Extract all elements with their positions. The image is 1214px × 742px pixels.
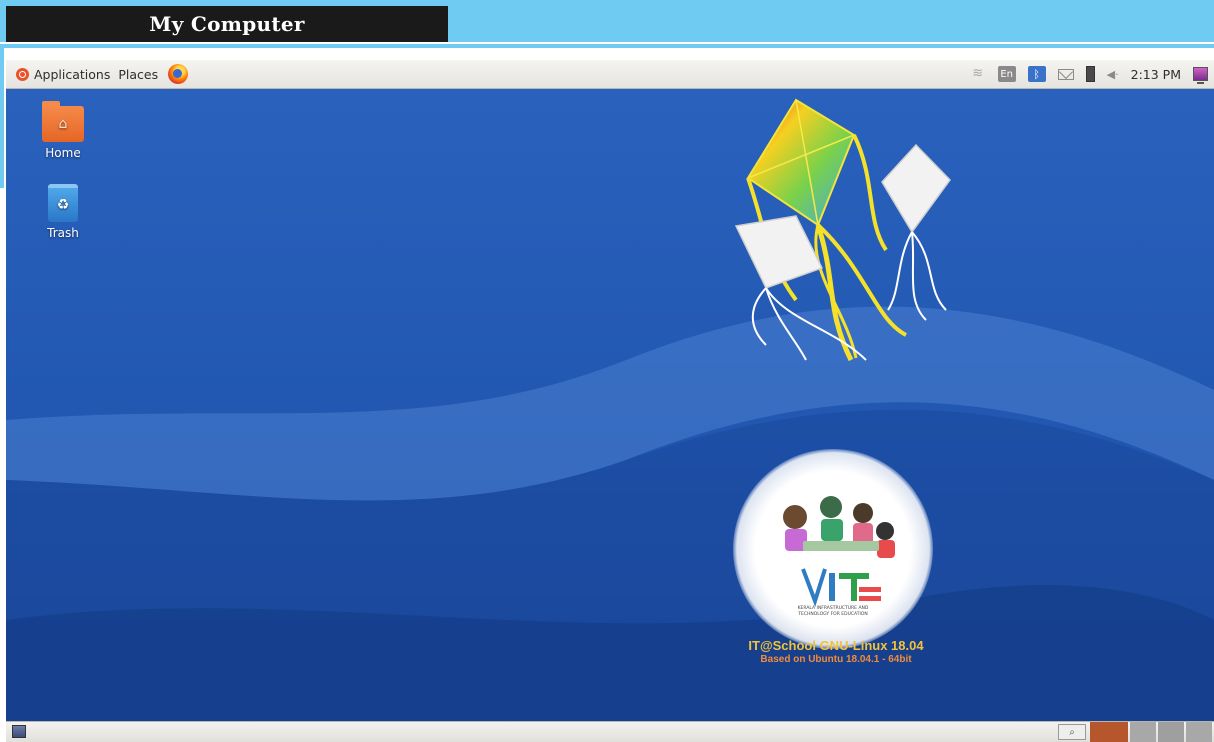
desktop-icon-label: Trash	[47, 226, 79, 240]
os-subtitle: Based on Ubuntu 18.04.1 - 64bit	[760, 654, 912, 665]
ubuntu-logo-icon	[16, 67, 29, 81]
page-title: My Computer	[6, 6, 448, 42]
bottom-panel: ⌕	[6, 721, 1214, 742]
top-panel: Applications Places ≋ En ᛒ ◀· 2:13 PM	[6, 60, 1214, 89]
wallpaper	[6, 60, 1214, 742]
mail-icon[interactable]	[1057, 68, 1074, 80]
show-desktop-icon[interactable]	[12, 725, 26, 738]
os-title: IT@School GNU-Linux 18.04	[748, 638, 924, 653]
kite-logo-badge: KERALA INFRASTRUCTURE AND TECHNOLOGY FOR…	[733, 449, 933, 649]
keyboard-layout-indicator[interactable]: En	[997, 66, 1016, 82]
desktop-icon-home[interactable]: ⌂ Home	[28, 101, 98, 160]
desktop-icon-trash[interactable]: ♻ Trash	[28, 184, 98, 240]
session-menu-icon[interactable]	[1193, 67, 1208, 84]
firefox-launcher-icon[interactable]	[168, 64, 189, 84]
top-menu: Applications Places	[6, 60, 189, 88]
workspace-2[interactable]	[1130, 722, 1156, 742]
workspace-3[interactable]	[1158, 722, 1184, 742]
logo-caption-2: TECHNOLOGY FOR EDUCATION	[797, 611, 868, 617]
battery-icon[interactable]	[1085, 66, 1095, 82]
volume-icon[interactable]: ◀·	[1107, 68, 1119, 81]
bluetooth-icon[interactable]: ᛒ	[1027, 66, 1046, 82]
trash-icon: ♻	[48, 184, 78, 222]
network-icon[interactable]: ≋	[970, 67, 986, 81]
search-icon[interactable]: ⌕	[1058, 724, 1086, 740]
places-menu-label: Places	[118, 66, 159, 82]
kite-logo-illustration: KERALA INFRASTRUCTURE AND TECHNOLOGY FOR…	[783, 496, 895, 617]
desktop-icon-label: Home	[45, 146, 81, 160]
workspace-1[interactable]	[1090, 722, 1128, 742]
applications-menu[interactable]: Applications	[12, 67, 114, 82]
home-folder-icon: ⌂	[42, 101, 84, 142]
workspace-4[interactable]	[1186, 722, 1212, 742]
places-menu[interactable]: Places	[114, 67, 162, 82]
clock[interactable]: 2:13 PM	[1131, 67, 1181, 82]
heading-rule	[0, 44, 1214, 48]
applications-menu-label: Applications	[34, 66, 111, 82]
desktop-screen: Applications Places ≋ En ᛒ ◀· 2:13 PM ⌂ …	[6, 60, 1214, 742]
logo-caption-1: KERALA INFRASTRUCTURE AND	[798, 605, 869, 611]
left-accent-bar	[0, 48, 4, 188]
system-tray: ≋ En ᛒ ◀· 2:13 PM	[958, 60, 1214, 88]
